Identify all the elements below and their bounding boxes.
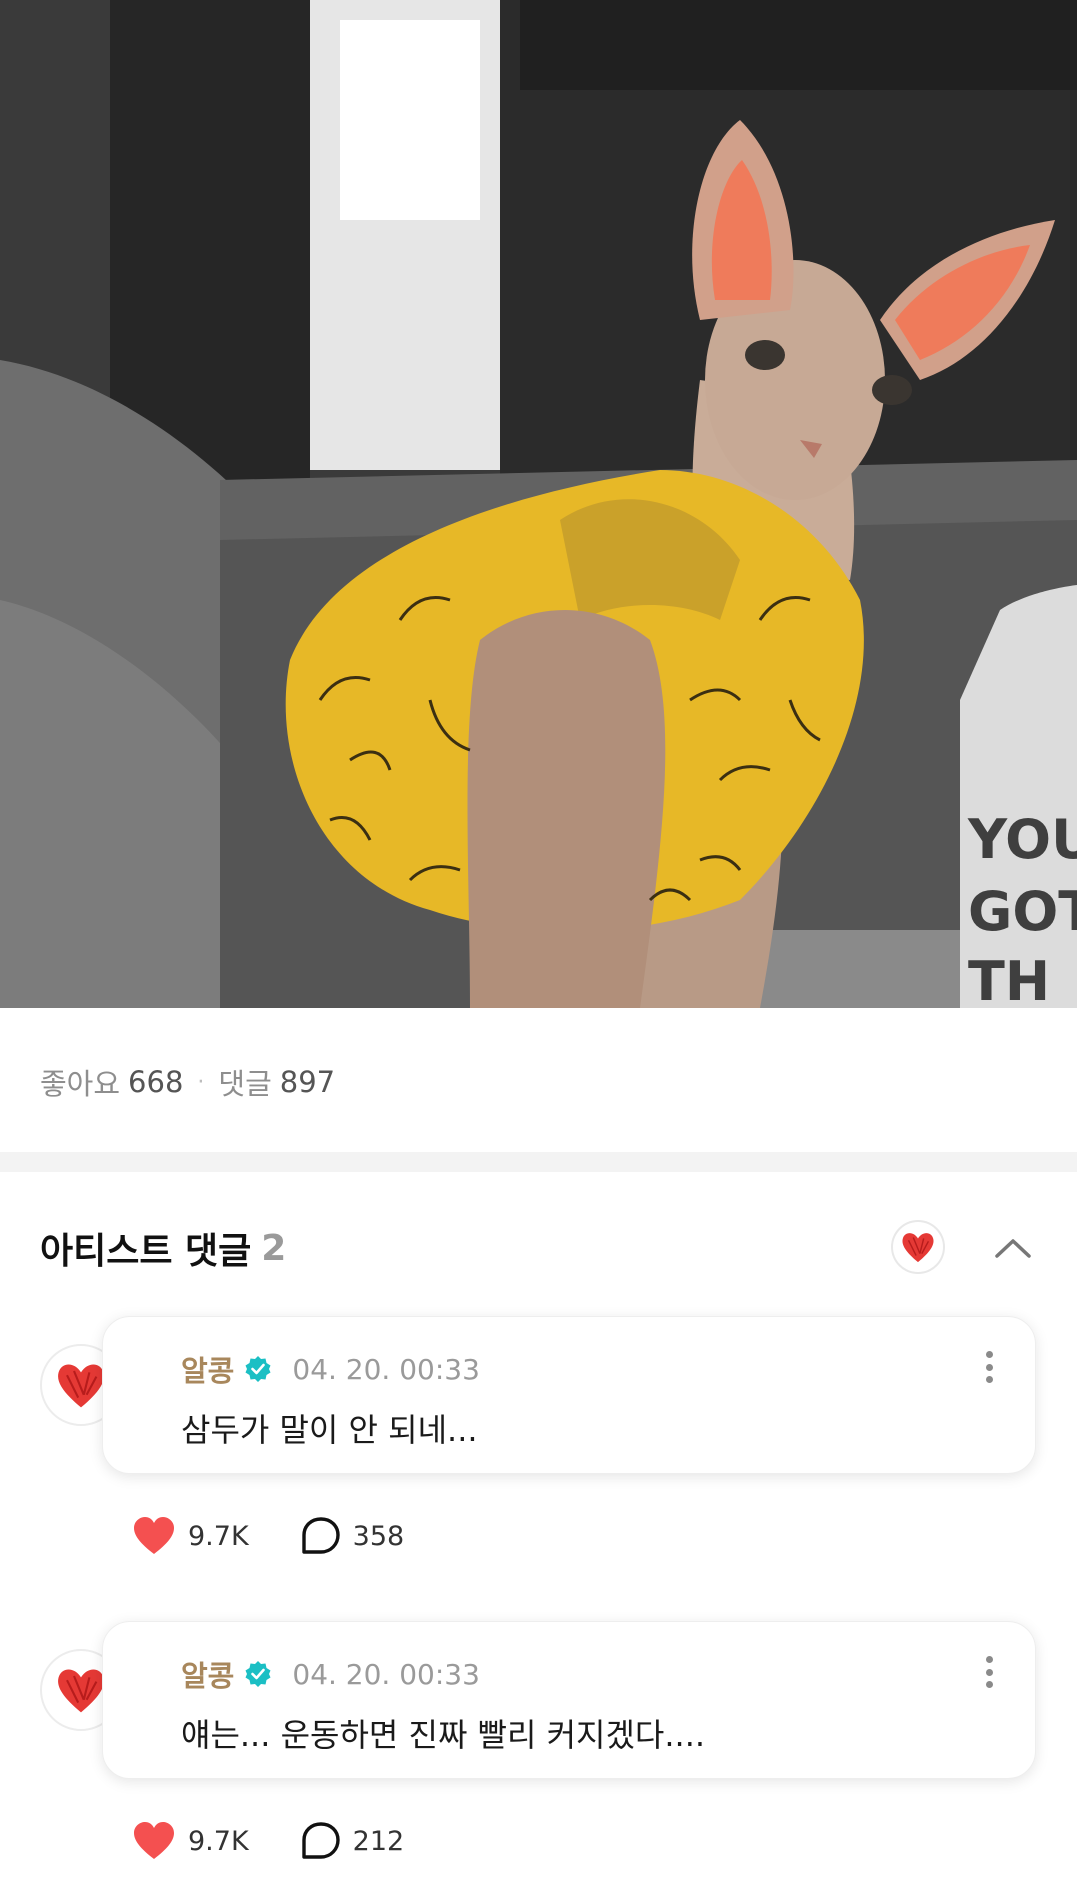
like-count: 9.7K — [188, 1825, 249, 1857]
bottle-text-1: YOU — [967, 808, 1077, 871]
heart-drawing-icon — [58, 1669, 104, 1713]
artist-comments-header: 아티스트 댓글 2 — [40, 1218, 1037, 1278]
reply-button[interactable]: 212 — [301, 1821, 405, 1861]
reply-count: 358 — [352, 1520, 405, 1552]
verified-badge-icon — [245, 1356, 271, 1382]
more-options-button[interactable] — [977, 1347, 1001, 1387]
speech-bubble-icon — [301, 1517, 340, 1554]
like-button[interactable]: 9.7K — [132, 1821, 249, 1861]
section-divider — [0, 1152, 1077, 1172]
chevron-up-icon — [995, 1239, 1031, 1258]
comment-author[interactable]: 알콩 — [181, 1653, 234, 1695]
likes-count[interactable]: 668 — [128, 1065, 183, 1099]
more-options-button[interactable] — [977, 1652, 1001, 1692]
artist-avatar[interactable] — [893, 1222, 943, 1272]
more-dot — [985, 1668, 993, 1676]
sphynx-cat-illustration: YOU GOT TH — [0, 0, 1077, 1008]
section-title: 아티스트 댓글 — [40, 1231, 252, 1272]
heart-drawing-icon — [902, 1233, 934, 1263]
comment-bubble[interactable]: 알콩 04. 20. 00:33 삼두가 말이 안 되네... — [102, 1316, 1036, 1474]
more-dot — [985, 1681, 993, 1688]
comment-actions: 9.7K 212 — [132, 1817, 404, 1865]
comment-text: 삼두가 말이 안 되네... — [181, 1411, 478, 1449]
more-vertical-icon — [985, 1351, 993, 1358]
post-photo[interactable]: YOU GOT TH — [0, 0, 1077, 1008]
comments-label: 댓글 — [218, 1067, 272, 1101]
likes-label: 좋아요 — [40, 1067, 121, 1101]
more-vertical-icon — [985, 1656, 993, 1663]
bottle-text-2: GOT — [968, 880, 1077, 943]
comment-text: 얘는... 운동하면 진짜 빨리 커지겠다.... — [181, 1716, 706, 1754]
more-dot — [985, 1376, 993, 1383]
comment-bubble[interactable]: 알콩 04. 20. 00:33 얘는... 운동하면 진짜 빨리 커지겠다..… — [102, 1621, 1036, 1779]
stats-separator: · — [197, 1069, 205, 1095]
comment-timestamp: 04. 20. 00:33 — [292, 1352, 480, 1386]
speech-bubble-icon — [301, 1822, 340, 1859]
heart-icon — [134, 1517, 174, 1554]
post-stats: 좋아요 668 · 댓글 897 — [40, 1058, 335, 1106]
comments-count[interactable]: 897 — [280, 1065, 335, 1099]
comment-meta: 알콩 04. 20. 00:33 — [181, 1349, 480, 1389]
reply-button[interactable]: 358 — [301, 1516, 405, 1556]
comment-actions: 9.7K 358 — [132, 1512, 404, 1560]
more-dot — [985, 1363, 993, 1371]
bottle-text-3: TH — [968, 950, 1050, 1008]
verified-badge-icon — [245, 1661, 271, 1687]
like-count: 9.7K — [188, 1520, 249, 1552]
comment-timestamp: 04. 20. 00:33 — [292, 1657, 480, 1691]
heart-drawing-icon — [58, 1364, 104, 1408]
like-button[interactable]: 9.7K — [132, 1516, 249, 1556]
comment-meta: 알콩 04. 20. 00:33 — [181, 1654, 480, 1694]
heart-icon — [134, 1822, 174, 1859]
reply-count: 212 — [352, 1825, 405, 1857]
comment-author[interactable]: 알콩 — [181, 1348, 234, 1390]
collapse-button[interactable] — [989, 1224, 1037, 1272]
section-count: 2 — [261, 1227, 287, 1269]
